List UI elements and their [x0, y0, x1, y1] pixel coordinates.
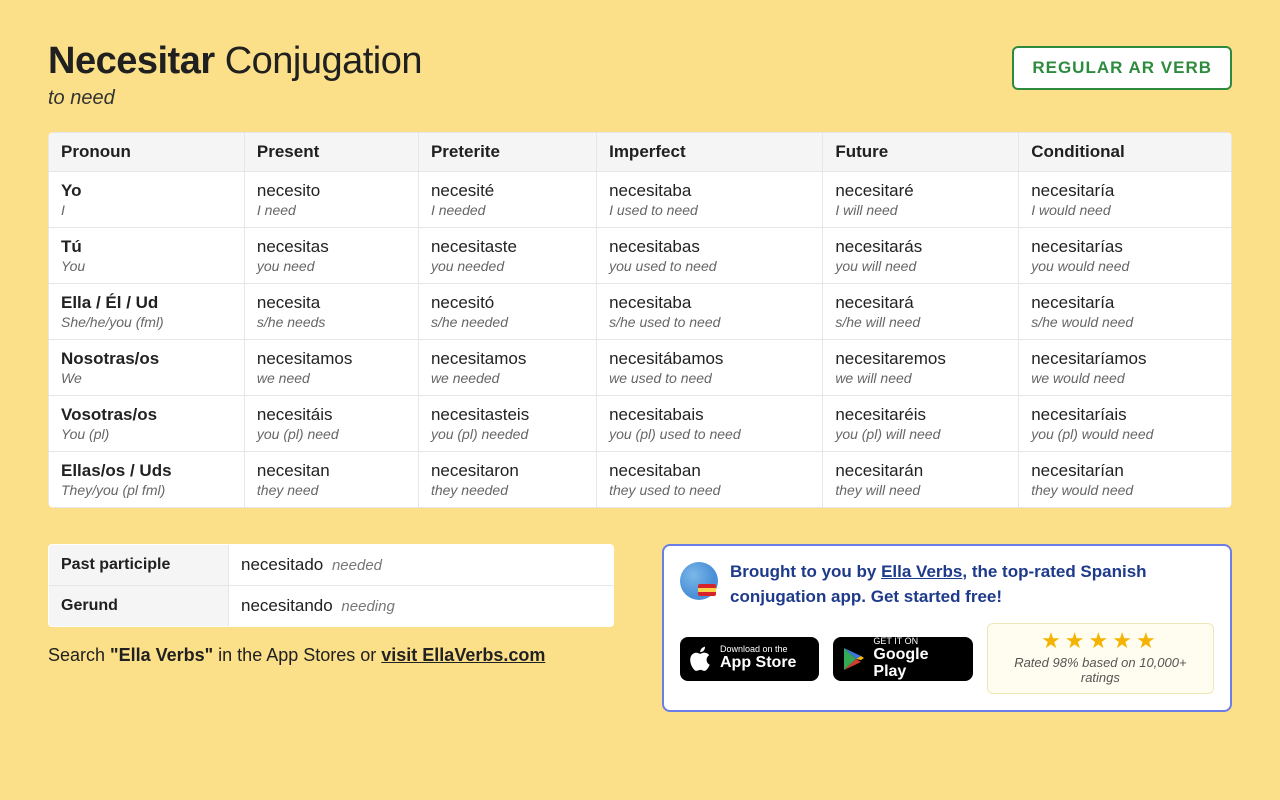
google-play-button[interactable]: GET IT ON Google Play — [833, 637, 972, 681]
past-participle-value: necesitado needed — [229, 545, 614, 586]
column-header: Future — [823, 133, 1019, 172]
conjugation-cell: necesitaránthey will need — [823, 452, 1019, 508]
conjugation-cell: necesitabaisyou (pl) used to need — [597, 396, 823, 452]
conjugation-cell: necesitoI need — [244, 172, 418, 228]
pronoun-cell: TúYou — [49, 228, 245, 284]
conjugation-cell: necesitabasyou used to need — [597, 228, 823, 284]
table-row: Ella / Él / UdShe/he/you (fml)necesitas/… — [49, 284, 1232, 340]
google-play-icon — [843, 647, 865, 671]
conjugation-cell: necesitaréisyou (pl) will need — [823, 396, 1019, 452]
verb-type-badge: REGULAR AR VERB — [1012, 46, 1232, 90]
conjugation-cell: necesitaríamoswe would need — [1019, 340, 1232, 396]
conjugation-cell: necesitarás/he will need — [823, 284, 1019, 340]
search-hint: Search "Ella Verbs" in the App Stores or… — [48, 645, 614, 666]
table-row: Nosotras/osWenecesitamoswe neednecesitam… — [49, 340, 1232, 396]
pronoun-cell: Vosotras/osYou (pl) — [49, 396, 245, 452]
pronoun-cell: YoI — [49, 172, 245, 228]
page-title: Necesitar Conjugation — [48, 40, 422, 83]
conjugation-cell: necesitaríaisyou (pl) would need — [1019, 396, 1232, 452]
rating-text: Rated 98% based on 10,000+ ratings — [1002, 655, 1199, 685]
star-icons: ★★★★★ — [1002, 630, 1199, 652]
table-row: TúYounecesitasyou neednecesitasteyou nee… — [49, 228, 1232, 284]
conjugation-cell: necesitasyou need — [244, 228, 418, 284]
verb-name: Necesitar — [48, 40, 215, 82]
conjugation-cell: necesitanthey need — [244, 452, 418, 508]
title-suffix: Conjugation — [225, 40, 422, 82]
column-header: Imperfect — [597, 133, 823, 172]
conjugation-cell: necesitáisyou (pl) need — [244, 396, 418, 452]
conjugation-cell: necesitéI needed — [418, 172, 596, 228]
column-header: Preterite — [418, 133, 596, 172]
conjugation-cell: necesitasteyou needed — [418, 228, 596, 284]
conjugation-cell: necesitasteisyou (pl) needed — [418, 396, 596, 452]
rating-box: ★★★★★ Rated 98% based on 10,000+ ratings — [987, 623, 1214, 694]
conjugation-cell: necesitaríaI would need — [1019, 172, 1232, 228]
conjugation-cell: necesitarásyou will need — [823, 228, 1019, 284]
conjugation-cell: necesitaríasyou would need — [1019, 228, 1232, 284]
column-header: Conditional — [1019, 133, 1232, 172]
pronoun-cell: Nosotras/osWe — [49, 340, 245, 396]
ellaverbs-logo-icon — [680, 562, 718, 600]
table-row: YoInecesitoI neednecesitéI needednecesit… — [49, 172, 1232, 228]
conjugation-cell: necesitamoswe need — [244, 340, 418, 396]
forms-table: Past participle necesitado needed Gerund… — [48, 544, 614, 627]
promo-link[interactable]: Ella Verbs — [881, 562, 962, 581]
conjugation-cell: necesitaremoswe will need — [823, 340, 1019, 396]
conjugation-cell: necesitarías/he would need — [1019, 284, 1232, 340]
conjugation-cell: necesitabanthey used to need — [597, 452, 823, 508]
app-store-button[interactable]: Download on the App Store — [680, 637, 819, 681]
conjugation-cell: necesitábamoswe used to need — [597, 340, 823, 396]
gerund-value: necesitando needing — [229, 586, 614, 627]
conjugation-cell: necesitamoswe needed — [418, 340, 596, 396]
column-header: Present — [244, 133, 418, 172]
table-row: Ellas/os / UdsThey/you (pl fml)necesitan… — [49, 452, 1232, 508]
promo-card: Brought to you by Ella Verbs, the top-ra… — [662, 544, 1232, 712]
conjugation-cell: necesitaronthey needed — [418, 452, 596, 508]
conjugation-table: PronounPresentPreteriteImperfectFutureCo… — [48, 132, 1232, 508]
conjugation-cell: necesitaréI will need — [823, 172, 1019, 228]
pronoun-cell: Ellas/os / UdsThey/you (pl fml) — [49, 452, 245, 508]
conjugation-cell: necesitós/he needed — [418, 284, 596, 340]
apple-icon — [690, 646, 712, 672]
column-header: Pronoun — [49, 133, 245, 172]
conjugation-cell: necesitaríanthey would need — [1019, 452, 1232, 508]
conjugation-cell: necesitabaI used to need — [597, 172, 823, 228]
past-participle-label: Past participle — [49, 545, 229, 586]
pronoun-cell: Ella / Él / UdShe/he/you (fml) — [49, 284, 245, 340]
promo-text: Brought to you by Ella Verbs, the top-ra… — [730, 560, 1214, 609]
conjugation-cell: necesitas/he needs — [244, 284, 418, 340]
conjugation-cell: necesitabas/he used to need — [597, 284, 823, 340]
table-row: Vosotras/osYou (pl)necesitáisyou (pl) ne… — [49, 396, 1232, 452]
verb-translation: to need — [48, 87, 422, 110]
ellaverbs-link[interactable]: visit EllaVerbs.com — [381, 645, 545, 665]
gerund-label: Gerund — [49, 586, 229, 627]
